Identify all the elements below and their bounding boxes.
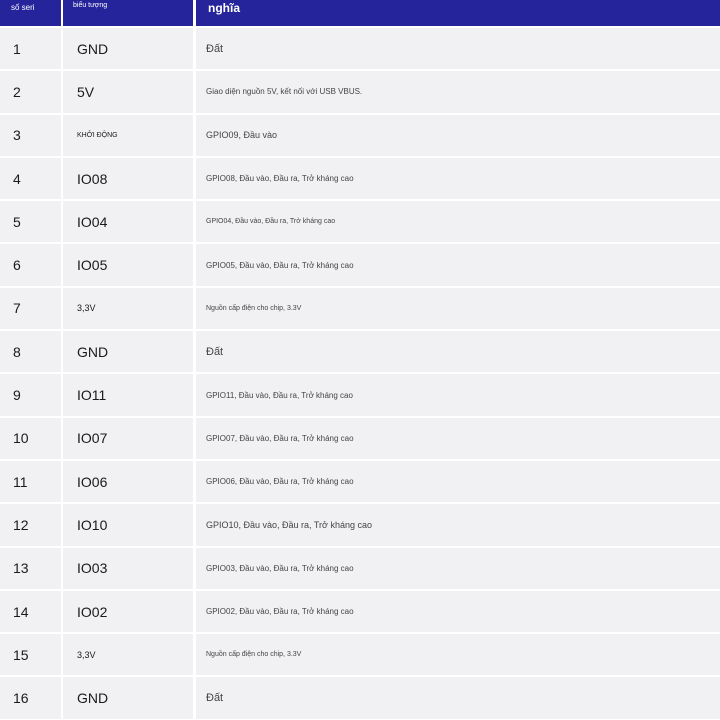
symbol-cell: KHỞI ĐỘNG <box>63 114 193 156</box>
serial-cell: 14 <box>0 590 61 633</box>
serial-cell: 8 <box>0 331 61 373</box>
meaning-cell: Đất <box>196 28 720 70</box>
serial-cell: 2 <box>0 71 61 113</box>
symbol-cell: IO05 <box>63 244 193 286</box>
meaning-cell: Đất <box>196 331 720 373</box>
table-row: 5 IO04 GPIO04, Đầu vào, Đầu ra, Trở khán… <box>0 201 720 243</box>
symbol-cell: GND <box>63 677 193 719</box>
symbol-cell: IO03 <box>63 547 193 589</box>
symbol-cell: 3,3V <box>63 634 193 676</box>
meaning-cell: GPIO11, Đầu vào, Đầu ra, Trở kháng cao <box>196 374 720 416</box>
serial-cell: 5 <box>0 201 61 243</box>
table-row: 13 IO03 GPIO03, Đầu vào, Đầu ra, Trở khá… <box>0 547 720 589</box>
meaning-cell: Giao diện nguồn 5V, kết nối với USB VBUS… <box>196 71 720 113</box>
table-row: 11 IO06 GPIO06, Đầu vào, Đầu ra, Trở khá… <box>0 460 720 503</box>
table-row: 4 IO08 GPIO08, Đầu vào, Đầu ra, Trở khán… <box>0 157 720 200</box>
table-row: 1 GND Đất <box>0 28 720 70</box>
serial-cell: 7 <box>0 287 61 330</box>
table-row: 12 IO10 GPIO10, Đầu vào, Đầu ra, Trở khá… <box>0 504 720 546</box>
symbol-cell: IO10 <box>63 504 193 546</box>
serial-cell: 4 <box>0 157 61 200</box>
meaning-cell: GPIO05, Đầu vào, Đầu ra, Trở kháng cao <box>196 244 720 286</box>
serial-cell: 6 <box>0 244 61 286</box>
serial-cell: 3 <box>0 114 61 156</box>
meaning-cell: GPIO07, Đầu vào, Đầu ra, Trở kháng cao <box>196 417 720 459</box>
table-row: 16 GND Đất <box>0 677 720 719</box>
serial-cell: 10 <box>0 417 61 459</box>
table-row: 7 3,3V Nguồn cấp điện cho chip, 3.3V <box>0 287 720 330</box>
symbol-cell: IO02 <box>63 590 193 633</box>
symbol-cell: GND <box>63 28 193 70</box>
symbol-cell: GND <box>63 331 193 373</box>
meaning-cell: GPIO04, Đầu vào, Đầu ra, Trở kháng cao <box>196 201 720 243</box>
table-row: 9 IO11 GPIO11, Đầu vào, Đầu ra, Trở khán… <box>0 374 720 416</box>
header-meaning: nghĩa <box>196 0 720 26</box>
table-row: 3 KHỞI ĐỘNG GPIO09, Đầu vào <box>0 114 720 156</box>
meaning-cell: Nguồn cấp điện cho chip, 3.3V <box>196 287 720 330</box>
meaning-cell: GPIO06, Đầu vào, Đầu ra, Trở kháng cao <box>196 460 720 503</box>
serial-cell: 1 <box>0 28 61 70</box>
meaning-cell: GPIO09, Đầu vào <box>196 114 720 156</box>
symbol-cell: IO07 <box>63 417 193 459</box>
pin-table: số seri biểu tượng nghĩa 1 GND Đất 2 5V … <box>0 0 720 720</box>
serial-cell: 12 <box>0 504 61 546</box>
table-header: số seri biểu tượng nghĩa <box>0 0 720 26</box>
symbol-cell: 5V <box>63 71 193 113</box>
serial-cell: 15 <box>0 634 61 676</box>
meaning-cell: GPIO02, Đầu vào, Đầu ra, Trở kháng cao <box>196 590 720 633</box>
table-body: 1 GND Đất 2 5V Giao diện nguồn 5V, kết n… <box>0 28 720 720</box>
table-row: 15 3,3V Nguồn cấp điện cho chip, 3.3V <box>0 634 720 676</box>
symbol-cell: IO11 <box>63 374 193 416</box>
serial-cell: 16 <box>0 677 61 719</box>
header-symbol: biểu tượng <box>63 0 193 26</box>
meaning-cell: GPIO10, Đầu vào, Đầu ra, Trở kháng cao <box>196 504 720 546</box>
table-row: 14 IO02 GPIO02, Đầu vào, Đầu ra, Trở khá… <box>0 590 720 633</box>
meaning-cell: Đất <box>196 677 720 719</box>
meaning-cell: GPIO03, Đầu vào, Đầu ra, Trở kháng cao <box>196 547 720 589</box>
serial-cell: 11 <box>0 460 61 503</box>
table-row: 6 IO05 GPIO05, Đầu vào, Đầu ra, Trở khán… <box>0 244 720 286</box>
meaning-cell: GPIO08, Đầu vào, Đầu ra, Trở kháng cao <box>196 157 720 200</box>
symbol-cell: 3,3V <box>63 287 193 330</box>
table-row: 10 IO07 GPIO07, Đầu vào, Đầu ra, Trở khá… <box>0 417 720 459</box>
symbol-cell: IO08 <box>63 157 193 200</box>
table-row: 2 5V Giao diện nguồn 5V, kết nối với USB… <box>0 71 720 113</box>
symbol-cell: IO04 <box>63 201 193 243</box>
table-row: 8 GND Đất <box>0 331 720 373</box>
header-serial: số seri <box>0 0 61 26</box>
serial-cell: 13 <box>0 547 61 589</box>
serial-cell: 9 <box>0 374 61 416</box>
meaning-cell: Nguồn cấp điện cho chip, 3.3V <box>196 634 720 676</box>
symbol-cell: IO06 <box>63 460 193 503</box>
